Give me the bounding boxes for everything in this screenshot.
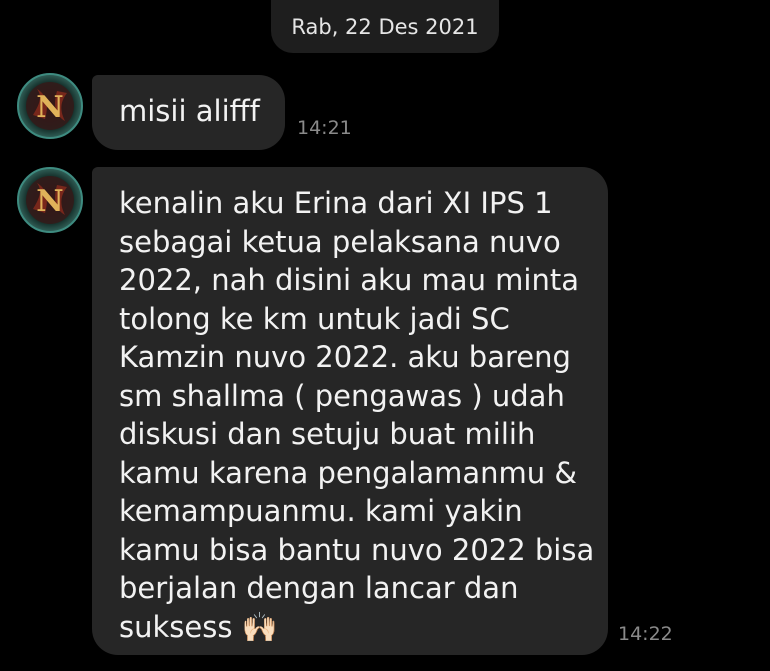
avatar-letter-n-icon: N [26,82,74,130]
message-timestamp: 14:21 [297,117,352,139]
message-timestamp: 14:22 [618,623,673,645]
message-text-line: suksess 🙌🏻 [119,609,278,644]
sender-avatar[interactable]: N [17,73,83,139]
message-text-line: tolong ke km untuk jadi SC [119,301,510,336]
message-bubble[interactable]: misii alifff [92,75,285,150]
svg-text:N: N [36,184,63,219]
avatar-letter-n-icon: N [26,176,74,224]
message-text-line: kenalin aku Erina dari XI IPS 1 [119,186,553,220]
message-text-line: sm shallma ( pengawas ) udah [119,378,565,413]
message-text-line: sebagai ketua pelaksana nuvo [119,224,561,259]
sender-avatar[interactable]: N [17,167,83,233]
message-text-line: kemampuanmu. kami yakin [119,494,523,528]
date-separator: Rab, 22 Des 2021 [271,0,499,53]
message-text-line: berjalan dengan lancar dan [119,571,519,605]
message-text-line: kamu karena pengalamanmu & [119,455,577,490]
chat-view: Rab, 22 Des 2021 N misii alifff 14:21 N … [0,0,770,671]
message-bubble[interactable]: kenalin aku Erina dari XI IPS 1 sebagai … [92,167,608,655]
message-text-line: diskusi dan setuju buat milih [119,417,536,451]
message-text-line: kamu bisa bantu nuvo 2022 bisa [119,532,595,567]
svg-text:N: N [36,90,63,125]
message-text-line: 2022, nah disini aku mau minta [119,263,579,297]
date-separator-label: Rab, 22 Des 2021 [291,14,479,39]
message-text-line: misii alifff [119,94,260,128]
message-text-line: Kamzin nuvo 2022. aku bareng [119,340,571,374]
